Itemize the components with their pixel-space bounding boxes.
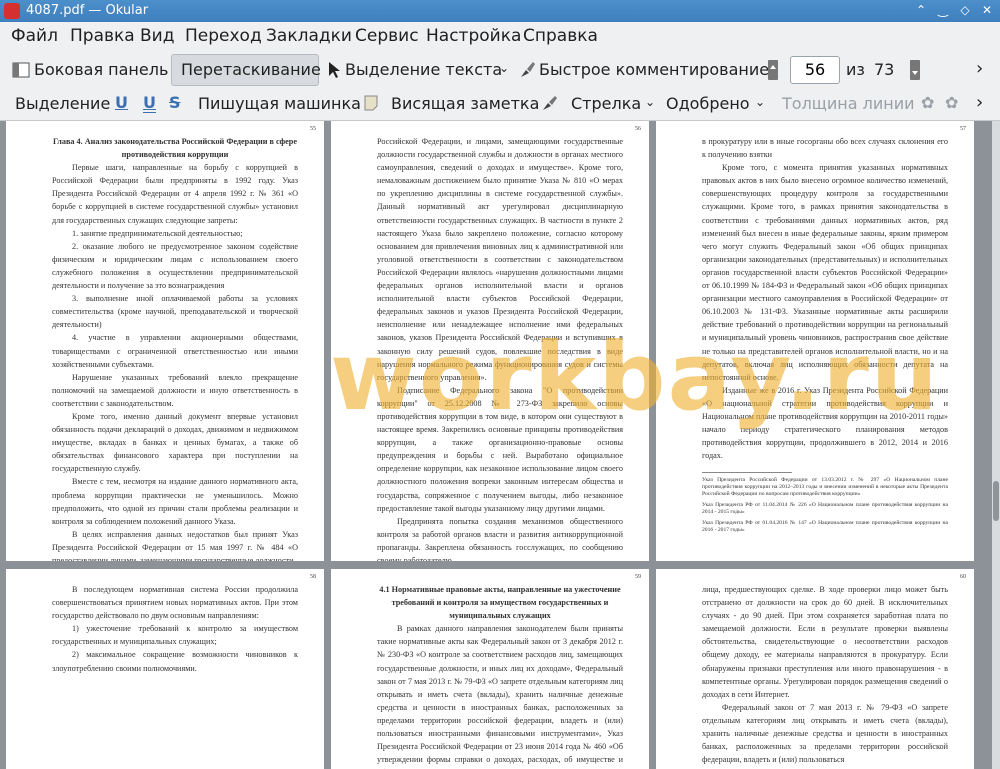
menu-view[interactable]: Вид — [140, 26, 174, 46]
paragraph: В последующем нормативная система России… — [52, 585, 298, 621]
vertical-scrollbar[interactable] — [992, 121, 1000, 769]
page-number: 57 — [960, 126, 966, 132]
window-title: 4087.pdf — Okular — [26, 3, 149, 18]
page-number-input[interactable]: 56 — [790, 56, 840, 84]
page-number: 58 — [310, 574, 316, 580]
paragraph: 4. участие в управлении акционерными общ… — [52, 333, 298, 369]
sticky-note-icon[interactable] — [363, 94, 379, 112]
page-number: 55 — [310, 126, 316, 132]
paragraph: Кроме того, с момента принятия указанных… — [702, 163, 948, 382]
pdf-page: 58 В последующем нормативная система Рос… — [6, 569, 324, 769]
paragraph: Кроме того, именно данный документ вперв… — [52, 411, 298, 474]
menu-bookmarks[interactable]: Закладки — [266, 26, 352, 46]
page-current: 56 — [804, 60, 826, 79]
annotation-toolbar-overflow-button[interactable]: › — [976, 92, 983, 113]
section-heading: 4.1 Нормативные правовые акты, направлен… — [379, 585, 621, 621]
okular-app-icon — [4, 3, 20, 19]
line-width-control[interactable]: Толщина линии — [782, 94, 915, 113]
strikeout-tool-icon[interactable]: S — [169, 93, 181, 112]
footnote: Указ Президента РФ от 01.04.2016 № 147 «… — [702, 520, 948, 534]
popup-note-tool[interactable]: Висящая заметка — [391, 94, 539, 113]
toolbar-overflow-button[interactable]: › — [976, 58, 983, 79]
paragraph: лица, предшествующих сделке. В ходе пров… — [702, 585, 948, 699]
page-total: 73 — [874, 60, 895, 79]
paragraph: 2. оказание любого не предусмотренное за… — [52, 241, 298, 291]
footnote: Указ Президента Российской Федерации от … — [702, 477, 948, 498]
color-picker-icon[interactable]: ✿ — [921, 93, 934, 112]
stamp-approved-tool[interactable]: Одобрено — [666, 94, 750, 113]
squiggle-tool-icon[interactable]: U — [143, 93, 156, 112]
page-number: 56 — [635, 126, 641, 132]
paragraph: Подписание Федерального закона "О против… — [377, 385, 623, 513]
paragraph: 1) ужесточение требований к контролю за … — [52, 624, 298, 647]
menu-file[interactable]: Файл — [11, 26, 58, 46]
footnote: Указ Президента РФ от 11.04.2014 № 226 «… — [702, 502, 948, 516]
quick-annotation-brush-icon — [521, 62, 535, 77]
paragraph: В рамках данного направления законодател… — [377, 624, 623, 769]
paragraph: 1. занятие предпринимательской деятельно… — [72, 228, 243, 238]
text-selection-dropdown-icon[interactable]: ⌄ — [499, 61, 509, 75]
sidebar-icon — [12, 62, 30, 78]
scrollbar-thumb[interactable] — [993, 481, 999, 521]
stamp-dropdown-icon[interactable]: ⌄ — [755, 95, 765, 109]
paragraph: В целях исправления данных недостатков б… — [52, 529, 298, 561]
window-keep-above-icon[interactable]: ⌃ — [914, 3, 928, 17]
window-close-icon[interactable]: ✕ — [980, 3, 994, 17]
document-viewer[interactable]: 55 Глава 4. Анализ законодательства Росс… — [0, 121, 1000, 769]
pdf-page: 55 Глава 4. Анализ законодательства Росс… — [6, 121, 324, 561]
page-number: 60 — [960, 574, 966, 580]
opacity-icon[interactable]: ✿ — [945, 93, 958, 112]
paragraph: 3. выполнение иной оплачиваемой работы з… — [52, 294, 298, 330]
pdf-page: 60 лица, предшествующих сделке. В ходе п… — [656, 569, 974, 769]
previous-page-icon[interactable] — [766, 59, 780, 81]
paragraph: Предпринята попытка создания механизмов … — [377, 516, 623, 561]
footnote-separator — [702, 472, 792, 474]
paragraph: Вместе с тем, несмотря на издание данног… — [52, 477, 298, 526]
title-bar: 4087.pdf — Okular ⌃ ‿ ◇ ✕ — [0, 0, 1000, 22]
paragraph: Российской Федерации, и лицами, замещающ… — [377, 137, 623, 382]
highlight-tool[interactable]: Выделение — [15, 94, 110, 113]
menu-settings[interactable]: Настройка — [426, 26, 521, 46]
pdf-page: 59 4.1 Нормативные правовые акты, направ… — [331, 569, 649, 769]
typewriter-tool[interactable]: Пишущая машинка — [198, 94, 361, 113]
pdf-page: 57 в прокуратуру или в иные госорганы об… — [656, 121, 974, 561]
pdf-page: 56 Российской Федерации, и лицами, замещ… — [331, 121, 649, 561]
page-number: 59 — [635, 574, 641, 580]
arrow-tool-brush-icon — [543, 96, 557, 110]
paragraph: Первые шаги, направленные на борьбу с ко… — [52, 163, 298, 225]
window-minimize-icon[interactable]: ‿ — [936, 3, 950, 17]
menu-bar: Файл Правка Вид Переход Закладки Сервис … — [0, 22, 1000, 52]
paragraph: 2) максимальное сокращение возможности ч… — [52, 650, 298, 673]
menu-edit[interactable]: Правка — [70, 26, 135, 46]
chapter-heading: Глава 4. Анализ законодательства Российс… — [52, 137, 297, 160]
page-of-label: из — [846, 60, 865, 79]
paragraph: Федеральный закон от 7 мая 2013 г. № 79-… — [702, 702, 948, 765]
paragraph: в прокуратуру или в иные госорганы обо в… — [702, 137, 948, 160]
menu-help[interactable]: Справка — [523, 26, 598, 46]
quick-comment-button[interactable]: Быстрое комментирование — [539, 60, 769, 79]
menu-tools[interactable]: Сервис — [355, 26, 419, 46]
text-selection-button[interactable]: Выделение текста — [345, 60, 502, 79]
arrow-dropdown-icon[interactable]: ⌄ — [645, 95, 655, 109]
menu-go[interactable]: Переход — [185, 26, 262, 46]
sidebar-button[interactable]: Боковая панель — [34, 60, 168, 79]
next-page-icon[interactable] — [908, 59, 922, 81]
paragraph: Нарушение указанных требований влекло пр… — [52, 372, 298, 408]
underline-tool-icon[interactable]: U — [115, 93, 128, 112]
drag-mode-button[interactable]: Перетаскивание — [181, 60, 321, 79]
window-maximize-icon[interactable]: ◇ — [958, 3, 972, 17]
paragraph: Изданные же в 2016 г. Указ Президента Ро… — [702, 385, 948, 461]
text-cursor-arrow-icon — [329, 62, 340, 78]
arrow-tool[interactable]: Стрелка — [571, 94, 641, 113]
